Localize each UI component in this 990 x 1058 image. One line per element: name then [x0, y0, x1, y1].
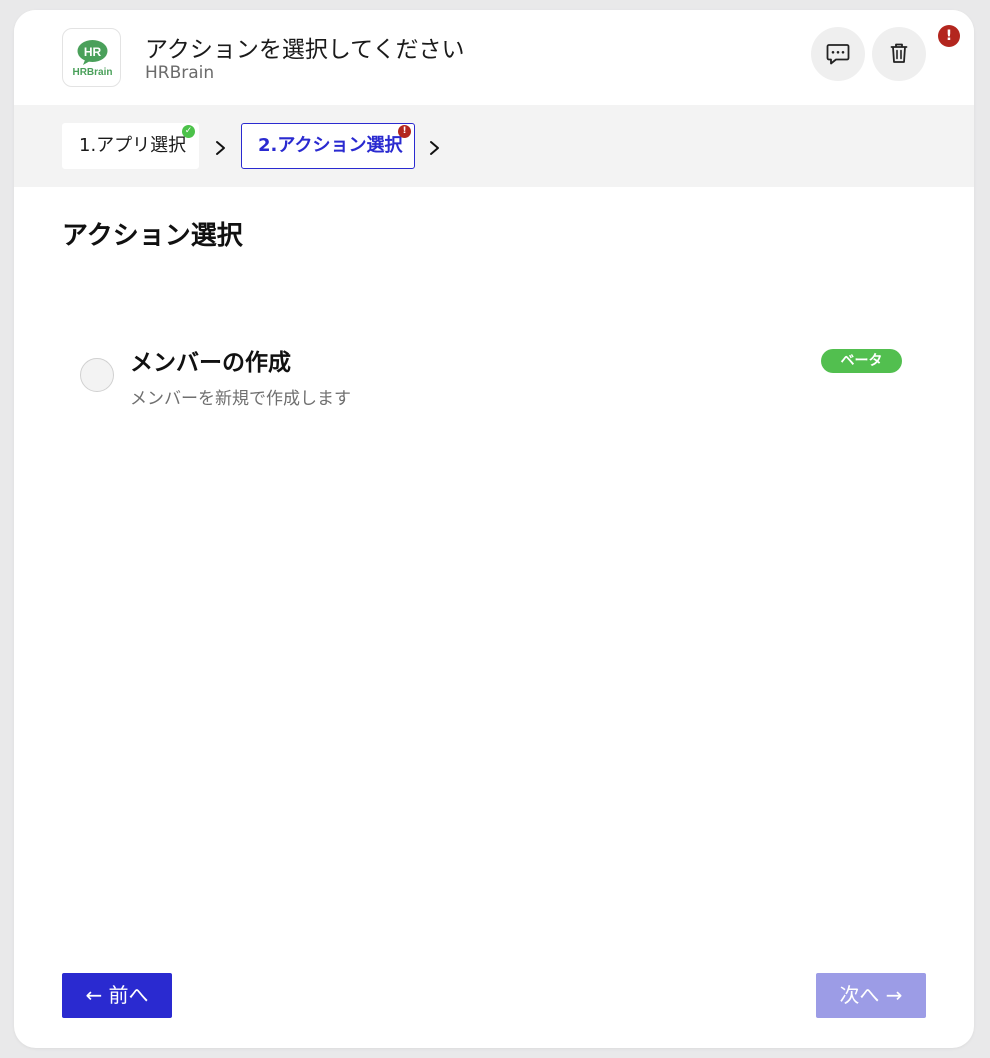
delete-button[interactable] [872, 27, 926, 81]
step-complete-check-icon: ✓ [182, 125, 195, 138]
card-header: HR HRBrain アクションを選択してください HRBrain ! [14, 10, 974, 105]
chevron-right-icon [216, 141, 225, 155]
step-error-icon: ! [398, 125, 411, 138]
action-title: メンバーの作成 [130, 350, 291, 376]
comment-icon [826, 44, 850, 65]
chevron-right-icon [430, 141, 439, 155]
app-card: HR HRBrain アクションを選択してください HRBrain ! 1.アプ… [14, 10, 974, 1048]
page-title: アクションを選択してください [145, 37, 465, 63]
action-radio-button[interactable] [80, 358, 114, 392]
logo-badge-text: HR [84, 45, 102, 59]
action-option-create-member[interactable]: メンバーの作成 メンバーを新規で作成します ベータ [62, 333, 926, 423]
comment-button[interactable] [811, 27, 865, 81]
steps-breadcrumb: 1.アプリ選択 2.アクション選択 [14, 105, 974, 187]
section-title: アクション選択 [62, 221, 243, 251]
beta-badge: ベータ [821, 349, 902, 373]
step-action-select[interactable]: 2.アクション選択 [241, 123, 415, 169]
error-indicator-icon: ! [938, 25, 960, 47]
app-name: HRBrain [145, 63, 215, 83]
hrbrain-logo: HR HRBrain [62, 28, 121, 87]
previous-button[interactable]: ← 前へ [62, 973, 172, 1018]
trash-icon [890, 43, 908, 63]
logo-wordmark: HRBrain [72, 67, 112, 78]
step-app-select[interactable]: 1.アプリ選択 [62, 123, 199, 169]
hrbrain-logo-icon: HR HRBrain [72, 40, 113, 78]
action-description: メンバーを新規で作成します [130, 389, 351, 409]
next-button[interactable]: 次へ → [816, 973, 926, 1018]
